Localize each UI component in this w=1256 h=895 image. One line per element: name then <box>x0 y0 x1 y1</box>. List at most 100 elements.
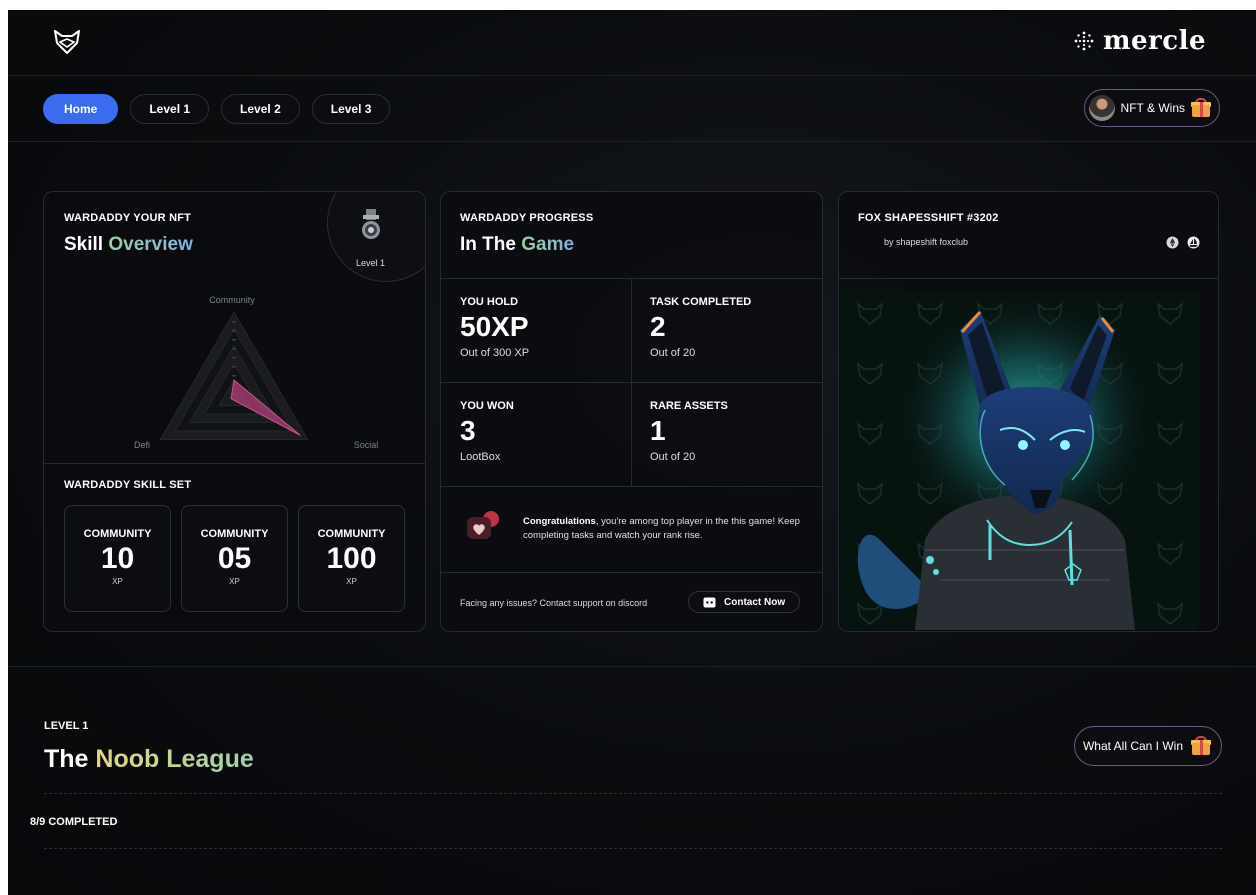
skill-label: COMMUNITY <box>317 528 386 540</box>
completed-count: 8/9 COMPLETED <box>30 816 118 828</box>
progress-card-header: WARDADDY PROGRESS In The Game <box>460 212 593 256</box>
skill-label: COMMUNITY <box>200 528 269 540</box>
stat-value: 3 <box>460 415 476 446</box>
contact-now-button[interactable]: Contact Now <box>688 591 801 613</box>
radar-tick <box>232 366 236 368</box>
stat-sub: LootBox <box>460 451 501 463</box>
radar-tick <box>232 339 236 341</box>
fox-logo-icon[interactable] <box>52 28 82 56</box>
medal-icon <box>362 209 380 239</box>
skill-card-header: WARDADDY YOUR NFT Skill Overview <box>64 212 193 256</box>
fox-artwork <box>840 290 1200 630</box>
stat-label: YOU HOLD <box>460 296 519 308</box>
radar-grid <box>159 310 309 440</box>
stat-value: 1 <box>650 415 666 446</box>
dashed-divider <box>44 848 1222 849</box>
contact-now-label: Contact Now <box>724 596 786 608</box>
skill-card-title: Skill Overview <box>64 234 193 256</box>
heart-chat-icon <box>467 511 499 539</box>
progress-title-plain: In The <box>460 234 516 255</box>
nft-title: FOX SHAPESSHIFT #3202 <box>858 212 999 224</box>
tab-level-1[interactable]: Level 1 <box>130 94 210 124</box>
skill-label: COMMUNITY <box>83 528 152 540</box>
what-can-i-win-label: What All Can I Win <box>1082 739 1183 753</box>
stat-you-hold: YOU HOLD 50XP Out of 300 XP <box>460 296 529 359</box>
stat-sub: Out of 300 XP <box>460 347 530 359</box>
section-divider <box>8 666 1256 667</box>
opensea-icon[interactable] <box>1187 236 1200 249</box>
level-tabs: Home Level 1 Level 2 Level 3 <box>43 94 391 124</box>
skill-title-plain: Skill <box>64 234 104 255</box>
skill-box-3: COMMUNITY 100 XP <box>298 505 405 612</box>
league-title: The Noob League <box>44 745 254 774</box>
progress-title-accent: Game <box>521 234 575 255</box>
brand[interactable]: mercle <box>1073 26 1206 56</box>
skill-card-eyebrow: WARDADDY YOUR NFT <box>64 212 192 224</box>
stat-label: RARE ASSETS <box>650 400 728 412</box>
stat-label: TASK COMPLETED <box>650 296 752 308</box>
top-bar: mercle <box>8 10 1256 76</box>
skill-unit: XP <box>229 577 240 586</box>
radar-axis-label-community: Community <box>209 295 255 305</box>
nft-icons <box>1166 236 1200 249</box>
level-badge: Level 1 <box>327 192 425 282</box>
radar-axis-label-defi: Defi <box>134 440 150 450</box>
skill-value: 10 <box>100 542 135 575</box>
skill-unit: XP <box>112 577 123 586</box>
tab-level-2[interactable]: Level 2 <box>221 94 300 124</box>
stat-label: YOU WON <box>460 400 514 412</box>
radar-tick <box>232 375 236 377</box>
progress-card: WARDADDY PROGRESS In The Game YOU HOLD 5… <box>440 191 823 632</box>
tab-home[interactable]: Home <box>43 94 119 124</box>
discord-icon <box>703 597 716 607</box>
radar-tick <box>232 357 236 359</box>
nft-by-line: by shapeshift foxclub <box>884 237 969 247</box>
gift-icon <box>1191 98 1211 118</box>
divider <box>631 278 632 486</box>
radar-axis-label-social: Social <box>354 440 379 450</box>
stat-sub: Out of 20 <box>650 347 696 359</box>
progress-card-title: In The Game <box>460 234 593 256</box>
skillset-divider <box>44 463 425 464</box>
ethereum-icon[interactable] <box>1166 236 1179 249</box>
skill-radar-chart: Community Social Defi <box>134 295 379 450</box>
gift-icon <box>1191 736 1211 756</box>
nav-bar: Home Level 1 Level 2 Level 3 NFT & Wins <box>8 76 1256 142</box>
skill-value: 05 <box>217 542 252 575</box>
skill-box-2: COMMUNITY 05 XP <box>181 505 288 612</box>
league-title-accent: Noob League <box>95 745 254 773</box>
divider <box>441 486 822 487</box>
skill-value: 100 <box>326 542 377 575</box>
skill-unit: XP <box>346 577 357 586</box>
avatar <box>1088 95 1115 121</box>
stat-task-completed: TASK COMPLETED 2 Out of 20 <box>650 296 751 359</box>
nft-card: FOX SHAPESSHIFT #3202 by shapeshift foxc… <box>838 191 1219 632</box>
congrats-message: Congratulations, you're among top player… <box>523 515 803 543</box>
radar-tick <box>232 330 236 332</box>
app-root: mercle Home Level 1 Level 2 Level 3 NFT … <box>8 10 1256 895</box>
support-text: Facing any issues? Contact support on di… <box>460 598 648 608</box>
nft-wins-button[interactable]: NFT & Wins <box>1083 89 1220 127</box>
congrats-bold: Congratulations <box>523 516 596 527</box>
nft-wins-label: NFT & Wins <box>1120 101 1185 115</box>
skill-box-1: COMMUNITY 10 XP <box>64 505 171 612</box>
nft-fox-image[interactable] <box>840 290 1200 630</box>
dashed-divider <box>44 793 1222 794</box>
mercle-logo-icon <box>1074 31 1094 51</box>
skillset-title: WARDADDY SKILL SET <box>64 479 192 491</box>
skill-overview-card: WARDADDY YOUR NFT Skill Overview Level 1… <box>43 191 426 632</box>
tab-level-3[interactable]: Level 3 <box>311 94 391 124</box>
stat-value: 50XP <box>460 311 529 342</box>
level-eyebrow: LEVEL 1 <box>44 720 89 732</box>
progress-card-eyebrow: WARDADDY PROGRESS <box>460 212 594 224</box>
stat-value: 2 <box>650 311 666 342</box>
league-title-plain: The <box>44 745 89 773</box>
divider <box>441 572 822 573</box>
skill-title-accent: Overview <box>108 234 193 255</box>
stat-you-won: YOU WON 3 LootBox <box>460 400 514 463</box>
what-can-i-win-button[interactable]: What All Can I Win <box>1073 726 1222 766</box>
radar-tick <box>232 321 236 323</box>
radar-tick <box>232 348 236 350</box>
stat-sub: Out of 20 <box>650 451 696 463</box>
nft-divider <box>839 278 1218 279</box>
